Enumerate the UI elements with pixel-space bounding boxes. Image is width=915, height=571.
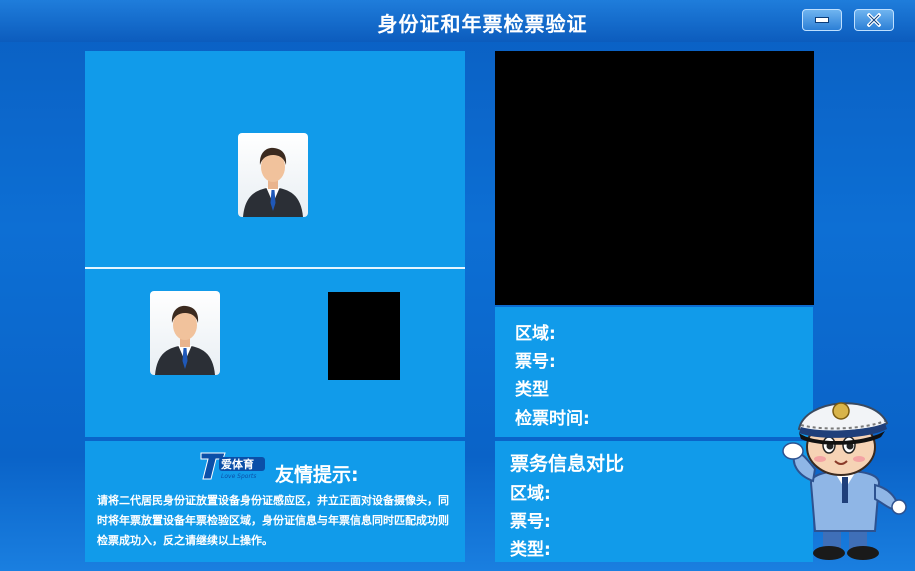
ticket-no-label: 票号: (515, 352, 556, 372)
love-sports-logo: 爱体育 Love Sports (200, 452, 265, 480)
title-bar: 身份证和年票检票验证 (0, 0, 915, 42)
area-label: 区域: (515, 324, 556, 344)
ticket-image-area (328, 292, 400, 380)
tips-title: 友情提示: (275, 464, 359, 486)
check-time-label: 检票时间: (515, 409, 590, 429)
person-icon (155, 305, 215, 375)
police-mascot-icon (782, 402, 907, 560)
compare-area-label: 区域: (510, 484, 551, 504)
close-icon (867, 13, 881, 27)
minimize-button[interactable] (802, 9, 842, 31)
compare-title: 票务信息对比 (510, 453, 625, 475)
close-button[interactable] (854, 9, 894, 31)
photo-panel (85, 51, 465, 437)
person-icon (243, 147, 303, 217)
type-label: 类型 (515, 380, 549, 400)
tips-body: 请将二代居民身份证放置设备身份证感应区，并立正面对设备摄像头，同时将年票放置设备… (97, 494, 449, 547)
compare-ticket-no-label: 票号: (510, 512, 551, 532)
tips-panel: 爱体育 Love Sports 友情提示: 请将二代居民身份证放置设备身份证感应… (85, 441, 465, 562)
svg-text:爱体育: 爱体育 (221, 457, 254, 471)
minimize-icon (815, 17, 829, 23)
compare-type-label: 类型: (510, 540, 551, 560)
svg-text:Love Sports: Love Sports (221, 473, 256, 480)
ticket-info-panel: 区域: 票号: 类型 检票时间: (495, 307, 813, 437)
panel-divider (85, 267, 465, 269)
camera-video-area (495, 51, 814, 305)
face-capture-avatar (150, 291, 220, 375)
id-photo-avatar (238, 133, 308, 217)
window-title: 身份证和年票检票验证 (377, 12, 588, 36)
ticket-compare-panel: 票务信息对比 区域: 票号: 类型: (495, 441, 813, 562)
